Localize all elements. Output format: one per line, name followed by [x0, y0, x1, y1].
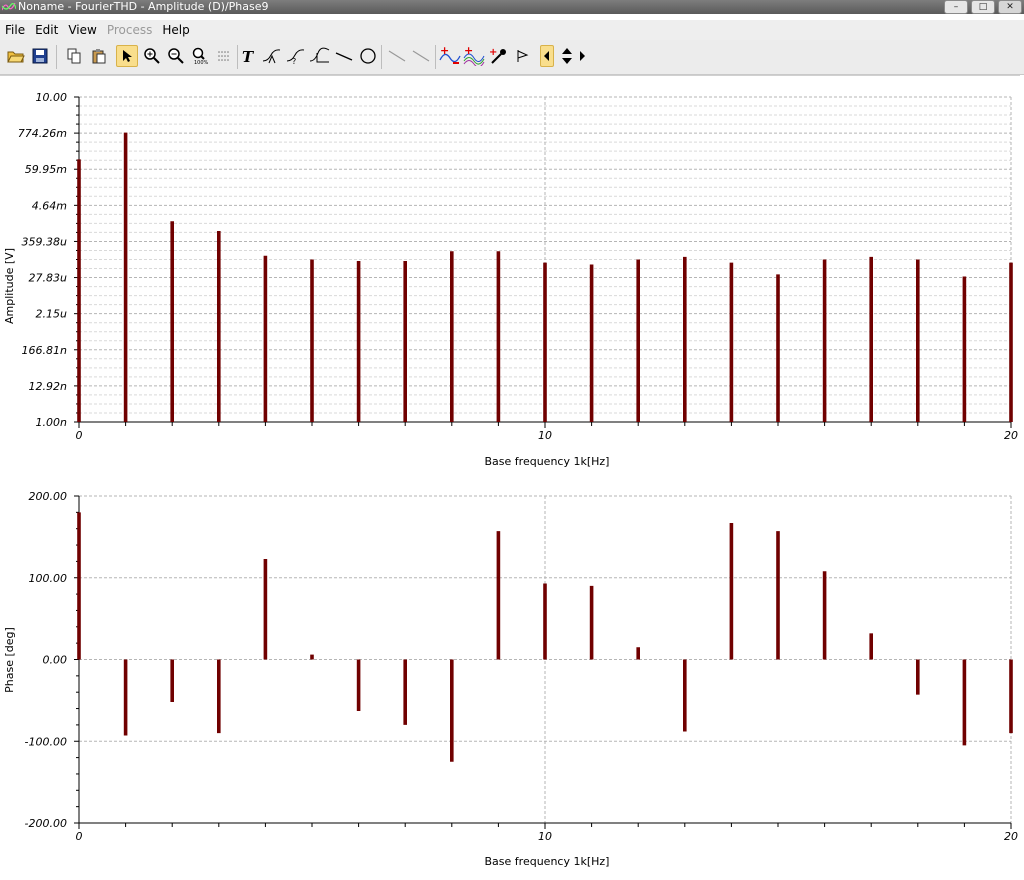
pointer-icon[interactable]	[116, 45, 138, 67]
x-tick-label: 20	[1004, 830, 1018, 843]
text-icon[interactable]: T	[237, 45, 259, 67]
y-tick-label: 166.81n	[22, 344, 67, 357]
phase-bars	[77, 512, 1013, 762]
svg-text:+: +	[464, 46, 473, 57]
right-border	[1020, 75, 1024, 875]
y-tick-label: 100.00	[29, 572, 68, 585]
add-wave-icon[interactable]: +	[463, 45, 485, 67]
toolbar-separator	[381, 45, 382, 69]
zoom-out-icon[interactable]	[165, 45, 187, 67]
window-title: Noname - FourierTHD - Amplitude (D)/Phas…	[18, 0, 269, 13]
y-tick-label: 359.38u	[22, 235, 67, 248]
svg-text:+: +	[489, 47, 497, 58]
y-tick-label: 2.15u	[36, 308, 67, 321]
save-icon[interactable]	[29, 45, 51, 67]
amplitude-y-axis-title: Amplitude [V]	[3, 248, 16, 324]
svg-text:?: ?	[292, 57, 296, 65]
y-tick-label: -200.00	[25, 817, 67, 830]
x-tick-label: 0	[76, 429, 83, 442]
zoom-100-icon[interactable]: 100%	[189, 45, 211, 67]
marker-1-icon[interactable]	[261, 45, 283, 67]
phase-y-axis-title: Phase [deg]	[3, 627, 16, 693]
menu-bar: File Edit View Process Help	[0, 20, 1024, 40]
menu-file[interactable]: File	[0, 20, 30, 40]
amplitude-y-tick-labels: 10.00 774.26m 59.95m 4.64m 359.38u 27.83u 2.15…	[18, 91, 67, 429]
amplitude-x-tick-labels: 0 10 20	[76, 429, 1019, 442]
y-tick-label: 27.83u	[29, 272, 67, 285]
y-tick-label: 774.26m	[18, 127, 67, 140]
y-tick-label: 0.00	[43, 654, 68, 667]
x-tick-label: 0	[76, 830, 83, 843]
svg-text:T: T	[242, 48, 255, 64]
add-curve-icon[interactable]: +	[439, 45, 461, 67]
y-tick-label: 10.00	[36, 91, 68, 104]
menu-view[interactable]: View	[63, 20, 101, 40]
close-button[interactable]: ✕	[998, 0, 1022, 14]
marker-3-icon[interactable]	[309, 45, 331, 67]
y-tick-label: -100.00	[25, 735, 67, 748]
phase-x-axis-title: Base frequency 1k[Hz]	[485, 855, 610, 868]
svg-text:100%: 100%	[194, 60, 209, 65]
prev-icon[interactable]	[540, 45, 554, 67]
toolbar-separator	[435, 45, 436, 69]
toolbar: 100% T ? + + +	[0, 40, 1024, 75]
picker-icon[interactable]: +	[488, 45, 510, 67]
next-icon[interactable]	[574, 45, 590, 67]
y-tick-label: 200.00	[29, 490, 68, 503]
svg-text:+: +	[440, 46, 449, 57]
circle-icon[interactable]	[357, 45, 379, 67]
phase-axes	[74, 495, 1012, 829]
app-icon	[2, 2, 16, 11]
x-tick-label: 10	[538, 429, 552, 442]
x-tick-label: 10	[538, 830, 552, 843]
marker-2-icon[interactable]: ?	[285, 45, 307, 67]
flag-icon[interactable]	[512, 45, 534, 67]
amplitude-x-axis-title: Base frequency 1k[Hz]	[485, 455, 610, 468]
y-tick-label: 1.00n	[36, 416, 67, 429]
amplitude-chart: 10.00 774.26m 59.95m 4.64m 359.38u 27.83u 2.15…	[3, 91, 1018, 468]
open-icon[interactable]	[5, 45, 27, 67]
slope-1-icon	[386, 45, 408, 67]
phase-chart: 200.00 100.00 0.00 -100.00 -200.00 0 10 20 Pha…	[3, 490, 1018, 868]
phase-y-tick-labels: 200.00 100.00 0.00 -100.00 -200.00	[25, 490, 67, 830]
copy-icon[interactable]	[63, 45, 85, 67]
amplitude-bars	[77, 132, 1013, 422]
menu-help[interactable]: Help	[157, 20, 194, 40]
menu-edit[interactable]: Edit	[30, 20, 63, 40]
y-tick-label: 12.92n	[29, 380, 67, 393]
slope-2-icon	[410, 45, 432, 67]
phase-x-tick-labels: 0 10 20	[76, 830, 1019, 843]
minimize-button[interactable]: –	[944, 0, 968, 14]
paste-icon[interactable]	[88, 45, 110, 67]
x-tick-label: 20	[1004, 429, 1018, 442]
zoom-in-icon[interactable]	[141, 45, 163, 67]
toolbar-separator	[56, 45, 57, 69]
y-tick-label: 4.64m	[32, 199, 67, 212]
charts-canvas: 10.00 774.26m 59.95m 4.64m 359.38u 27.83u 2.15…	[3, 91, 1018, 868]
grid-icon[interactable]	[213, 45, 235, 67]
window-controls: – □ ✕	[944, 0, 1022, 14]
y-tick-label: 59.95m	[25, 163, 67, 176]
plot-area: 10.00 774.26m 59.95m 4.64m 359.38u 27.83u 2.15…	[0, 75, 1024, 876]
menu-process: Process	[106, 23, 153, 37]
maximize-button[interactable]: □	[971, 0, 995, 14]
line-icon[interactable]	[333, 45, 355, 67]
window-titlebar: Noname - FourierTHD - Amplitude (D)/Phas…	[0, 0, 1024, 14]
